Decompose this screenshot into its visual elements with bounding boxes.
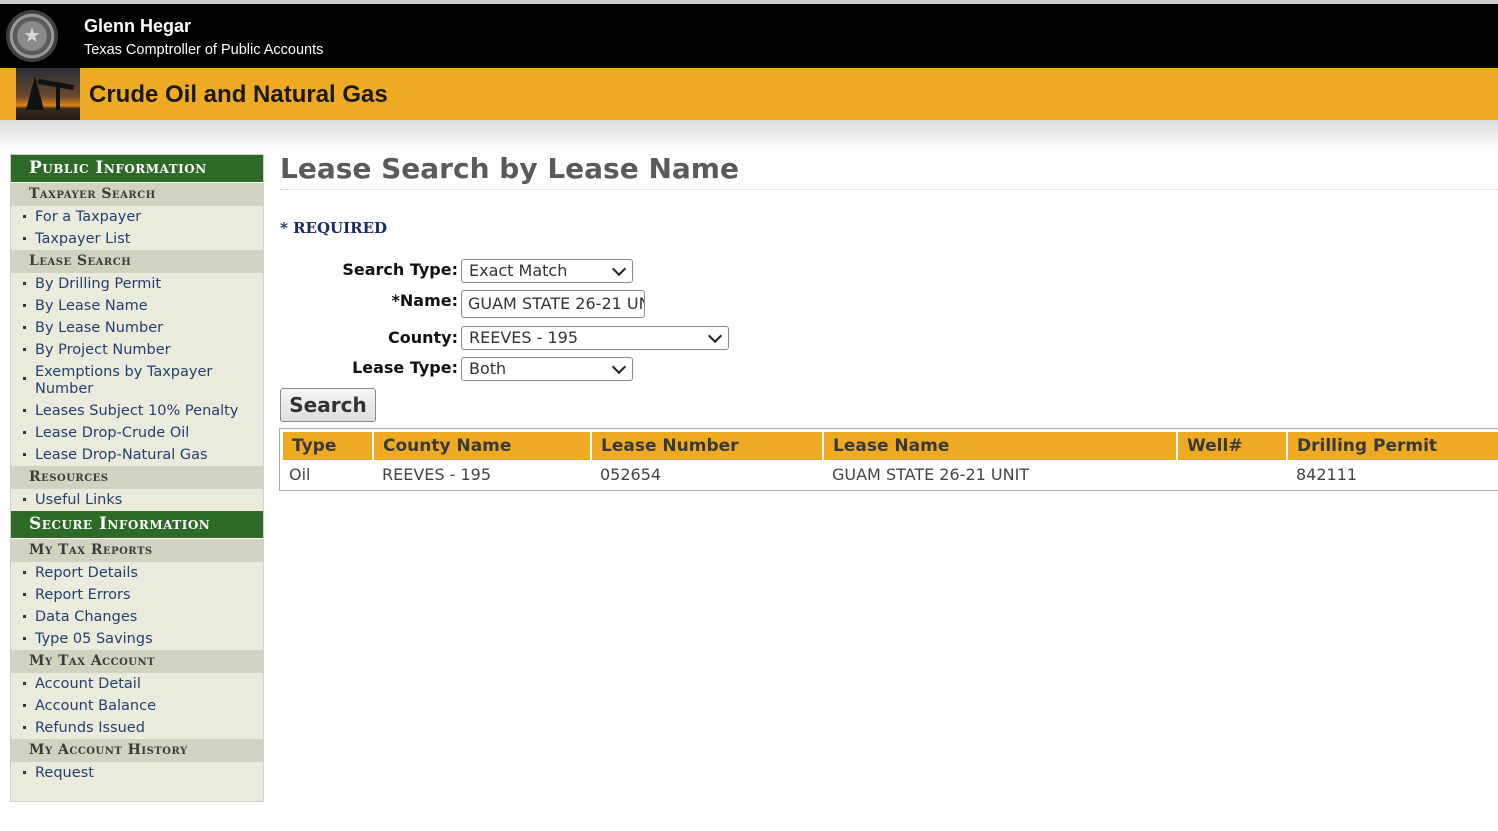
column-header-well-number[interactable]: Well#: [1178, 432, 1286, 460]
sidebar-group-my-tax-reports: My Tax Reports: [11, 539, 263, 562]
column-header-drilling-permit[interactable]: Drilling Permit: [1288, 432, 1498, 460]
sidebar-item-exemptions-by-taxpayer[interactable]: Exemptions by Taxpayer Number: [11, 361, 263, 400]
search-type-value: Exact Match: [469, 261, 568, 280]
county-value: REEVES - 195: [469, 328, 579, 347]
bullet-icon: [23, 704, 26, 707]
sidebar-item-leases-subject-penalty[interactable]: Leases Subject 10% Penalty: [11, 400, 263, 422]
bullet-icon: [23, 726, 26, 729]
chevron-down-icon: [611, 359, 627, 375]
sidebar-item-request[interactable]: Request: [11, 762, 263, 784]
bullet-icon: [23, 377, 26, 380]
county-label: County:: [388, 328, 458, 347]
results-table: Type County Name Lease Number Lease Name…: [279, 428, 1498, 491]
sidebar-section-public-information: Public Information: [11, 155, 263, 183]
column-header-type[interactable]: Type: [283, 432, 372, 460]
county-select[interactable]: REEVES - 195: [461, 326, 729, 350]
sidebar-item-lease-drop-natural-gas[interactable]: Lease Drop-Natural Gas: [11, 444, 263, 466]
bullet-icon: [23, 282, 26, 285]
cell-type: Oil: [289, 465, 311, 484]
section-banner: Crude Oil and Natural Gas: [0, 68, 1498, 120]
top-header-bar: ★ Glenn Hegar Texas Comptroller of Publi…: [0, 0, 1498, 68]
required-note: * REQUIRED: [280, 219, 388, 237]
bullet-icon: [23, 637, 26, 640]
bullet-icon: [23, 593, 26, 596]
sidebar-item-refunds-issued[interactable]: Refunds Issued: [11, 717, 263, 739]
sidebar-item-account-detail[interactable]: Account Detail: [11, 673, 263, 695]
lease-type-select[interactable]: Both: [461, 357, 633, 381]
search-type-select[interactable]: Exact Match: [461, 259, 633, 283]
bullet-icon: [23, 615, 26, 618]
bullet-icon: [23, 453, 26, 456]
sidebar-item-by-lease-number[interactable]: By Lease Number: [11, 317, 263, 339]
chevron-down-icon: [611, 261, 627, 277]
bullet-icon: [23, 409, 26, 412]
column-header-lease-number[interactable]: Lease Number: [592, 432, 822, 460]
lease-type-value: Both: [469, 359, 507, 378]
sidebar-item-by-drilling-permit[interactable]: By Drilling Permit: [11, 273, 263, 295]
column-header-lease-name[interactable]: Lease Name: [824, 432, 1176, 460]
sidebar-group-taxpayer-search: Taxpayer Search: [11, 183, 263, 206]
sidebar-group-lease-search: Lease Search: [11, 250, 263, 273]
cell-drilling-permit: 842111: [1296, 465, 1358, 484]
sidebar-item-useful-links[interactable]: Useful Links: [11, 489, 263, 511]
header-shadow: [0, 120, 1498, 150]
column-header-county-name[interactable]: County Name: [374, 432, 590, 460]
cell-well-number: [1177, 462, 1287, 488]
sidebar-item-data-changes[interactable]: Data Changes: [11, 606, 263, 628]
texas-seal-logo[interactable]: ★: [6, 10, 58, 62]
sidebar-group-resources: Resources: [11, 466, 263, 489]
chevron-down-icon: [707, 328, 723, 344]
oil-derrick-image: [16, 68, 80, 120]
comptroller-subtitle: Texas Comptroller of Public Accounts: [84, 42, 324, 58]
sidebar-group-my-account-history: My Account History: [11, 739, 263, 762]
bullet-icon: [23, 215, 26, 218]
cell-lease-number[interactable]: 052654: [591, 462, 823, 488]
sidebar-item-account-balance[interactable]: Account Balance: [11, 695, 263, 717]
bullet-icon: [23, 498, 26, 501]
page-title: Lease Search by Lease Name: [280, 152, 739, 185]
cell-county-name: REEVES - 195: [382, 465, 492, 484]
search-button[interactable]: Search: [280, 388, 376, 422]
sidebar-item-type-05-savings[interactable]: Type 05 Savings: [11, 628, 263, 650]
cell-lease-name: GUAM STATE 26-21 UNIT: [832, 465, 1030, 484]
bullet-icon: [23, 237, 26, 240]
bullet-icon: [23, 348, 26, 351]
sidebar-item-by-project-number[interactable]: By Project Number: [11, 339, 263, 361]
sidebar-nav: Public Information Taxpayer Search For a…: [10, 154, 264, 802]
sidebar-item-by-lease-name[interactable]: By Lease Name: [11, 295, 263, 317]
sidebar-item-report-errors[interactable]: Report Errors: [11, 584, 263, 606]
bullet-icon: [23, 304, 26, 307]
sidebar-group-my-tax-account: My Tax Account: [11, 650, 263, 673]
bullet-icon: [23, 682, 26, 685]
title-divider: [280, 189, 1498, 190]
banner-title: Crude Oil and Natural Gas: [89, 81, 388, 108]
sidebar-item-lease-drop-crude-oil[interactable]: Lease Drop-Crude Oil: [11, 422, 263, 444]
sidebar-item-for-a-taxpayer[interactable]: For a Taxpayer: [11, 206, 263, 228]
bullet-icon: [23, 326, 26, 329]
sidebar-item-report-details[interactable]: Report Details: [11, 562, 263, 584]
comptroller-name[interactable]: Glenn Hegar: [84, 16, 191, 37]
lease-type-label: Lease Type:: [352, 358, 458, 377]
bullet-icon: [23, 431, 26, 434]
sidebar-item-taxpayer-list[interactable]: Taxpayer List: [11, 228, 263, 250]
bullet-icon: [23, 571, 26, 574]
name-label: *Name:: [391, 291, 458, 310]
sidebar-section-secure-information: Secure Information: [11, 511, 263, 539]
bullet-icon: [23, 771, 26, 774]
star-icon: ★: [23, 23, 41, 47]
search-type-label: Search Type:: [342, 260, 458, 279]
lease-name-input[interactable]: GUAM STATE 26-21 UNIT: [461, 290, 645, 318]
